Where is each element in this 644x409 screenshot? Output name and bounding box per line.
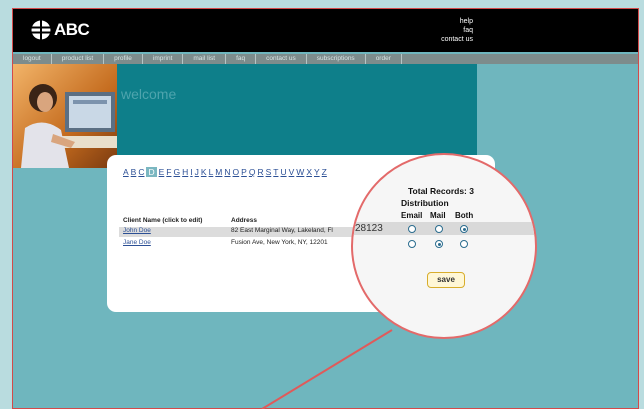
row2-email-radio[interactable]: [408, 240, 416, 248]
row1-email-radio[interactable]: [408, 225, 416, 233]
col-mail: Mail: [430, 211, 446, 220]
row2-both-radio[interactable]: [460, 240, 468, 248]
row2-mail-radio[interactable]: [435, 240, 443, 248]
col-both: Both: [455, 211, 474, 220]
save-button[interactable]: save: [427, 272, 465, 288]
row1-both-radio[interactable]: [460, 225, 468, 233]
address-zip-fragment: 28123: [355, 223, 383, 234]
annotation-pointer: [261, 329, 393, 409]
total-records: Total Records: 3: [408, 186, 474, 196]
zoom-callout: Total Records: 3 Distribution Email Mail…: [351, 153, 537, 339]
col-email: Email: [401, 211, 423, 220]
row1-mail-radio[interactable]: [435, 225, 443, 233]
distribution-label: Distribution: [401, 198, 449, 208]
